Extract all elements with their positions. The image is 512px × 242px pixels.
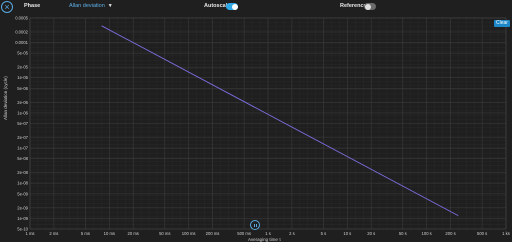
x-tick-label: 2 s [289,231,295,236]
y-tick-label: 5e-05 [17,51,28,56]
y-tick-label: 2e-09 [17,205,28,210]
x-tick-label: 100 s [422,231,432,236]
y-tick-label: 5e-07 [17,121,28,126]
clear-button[interactable]: Clear [494,20,510,27]
y-tick-label: 1e-06 [17,110,28,115]
x-tick-label: 10 s [343,231,351,236]
y-tick-label: 1e-08 [17,181,28,186]
y-tick-label: 1e-09 [17,216,28,221]
x-tick-label: 1 ks [502,231,510,236]
y-tick-label: 1e-07 [17,146,28,151]
x-axis-label: Averaging time τ [248,237,281,242]
x-tick-label: 500 ms [237,231,251,236]
pause-button[interactable] [250,220,260,230]
y-tick-label: 0.0005 [15,16,28,21]
y-tick-label: 2e-08 [17,170,28,175]
x-tick-label: 20 s [367,231,375,236]
x-tick-label: 1 ms [25,231,34,236]
y-tick-label: 0.0002 [15,29,28,34]
y-tick-label: 2e-07 [17,135,28,140]
x-tick-label: 20 ms [128,231,139,236]
x-tick-label: 5 s [321,231,327,236]
y-tick-label: 1e-05 [17,75,28,80]
x-tick-label: 1 s [265,231,271,236]
x-tick-label: 50 ms [159,231,170,236]
y-axis-label: Allan deviation (cycle) [3,76,8,120]
allan-deviation-chart: 1 ms 2 ms 5 ms 10 ms 20 ms 50 ms 100 ms 200 ms 5… [15,16,510,237]
x-tick-label: 500 s [477,231,487,236]
x-tick-label: 50 s [399,231,407,236]
x-tick-label: 200 ms [206,231,220,236]
x-tick-label: 200 s [445,231,455,236]
y-tick-label: 5e-08 [17,156,28,161]
x-tick-label: 100 ms [182,231,196,236]
x-tick-label: 10 ms [104,231,115,236]
x-tick-label: 2 ms [49,231,58,236]
y-tick-label: 2e-05 [17,65,28,70]
y-tick-label: 0.0001 [15,40,28,45]
y-tick-label: 2e-06 [17,100,28,105]
y-tick-label: 5e-10 [17,227,28,232]
series-line [101,25,459,217]
x-tick-label: 5 ms [81,231,90,236]
y-tick-label: 5e-06 [17,86,28,91]
y-tick-label: 5e-09 [17,191,28,196]
